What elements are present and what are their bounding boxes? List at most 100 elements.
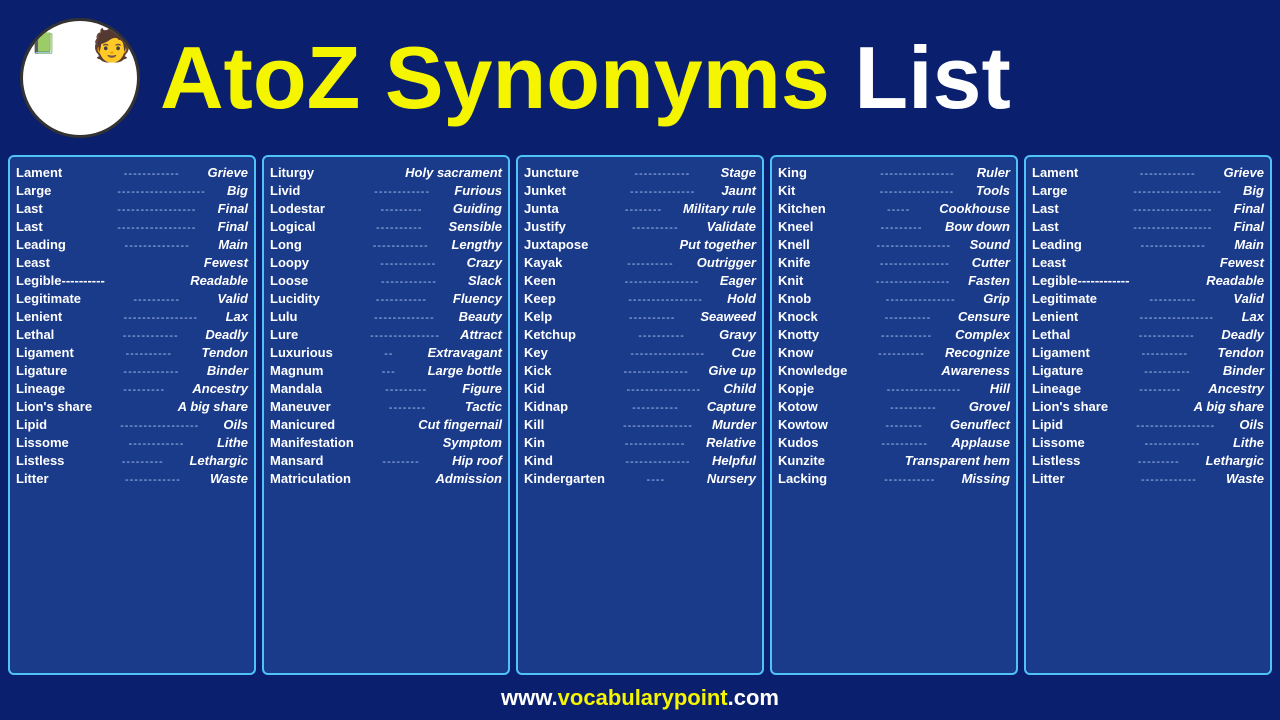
word-dots: ----------------- (96, 420, 223, 432)
word-left: Lethal (16, 327, 96, 342)
word-row: Lenient----------------Lax (1032, 309, 1264, 324)
word-synonym: Child (724, 381, 757, 396)
word-dots: ----------- (858, 474, 962, 486)
word-row: Lure---------------Attract (270, 327, 502, 342)
footer-www: www. (501, 685, 558, 710)
word-dots: -------- (604, 204, 683, 216)
word-synonym: Final (218, 219, 248, 234)
word-synonym: Murder (712, 417, 756, 432)
word-dots: ------------ (350, 258, 467, 270)
word-synonym: Awareness (941, 363, 1010, 378)
word-row: Kotow----------Grovel (778, 399, 1010, 414)
word-dots: ------------ (1112, 438, 1233, 450)
word-dots: --------- (1112, 456, 1205, 468)
word-row: Lacking-----------Missing (778, 471, 1010, 486)
word-row: Last-----------------Final (1032, 219, 1264, 234)
word-left: Ketchup (524, 327, 604, 342)
word-dots: ------------ (96, 168, 208, 180)
word-synonym: Tools (976, 183, 1010, 198)
word-left: Lodestar (270, 201, 350, 216)
word-left: Lucidity (270, 291, 350, 306)
word-synonym: Grip (983, 291, 1010, 306)
word-dots: -- (350, 348, 428, 360)
word-dots: --------- (350, 384, 462, 396)
word-dots: ---------------- (604, 276, 720, 288)
word-dots: ---------------- (1112, 312, 1242, 324)
word-left: Manifestation (270, 435, 354, 450)
word-left: Lissome (1032, 435, 1112, 450)
word-left: Juxtapose (524, 237, 604, 252)
word-synonym: Cut fingernail (418, 417, 502, 432)
word-row: Ligature----------Binder (1032, 363, 1264, 378)
word-synonym: Final (1234, 201, 1264, 216)
word-dots: ----------------- (96, 222, 218, 234)
word-row: Kowtow--------Genuflect (778, 417, 1010, 432)
word-synonym: Ruler (977, 165, 1010, 180)
word-row: MatriculationAdmission (270, 471, 502, 486)
word-left: Lion's share (16, 399, 96, 414)
word-row: Kopje----------------Hill (778, 381, 1010, 396)
word-left: Kudos (778, 435, 858, 450)
word-synonym: Seaweed (700, 309, 756, 324)
word-synonym: Guiding (453, 201, 502, 216)
word-row: Kin-------------Relative (524, 435, 756, 450)
word-synonym: Final (1234, 219, 1264, 234)
word-row: Lament------------Grieve (16, 165, 248, 180)
word-synonym: Ancestry (192, 381, 248, 396)
word-row: Kelp----------Seaweed (524, 309, 756, 324)
word-left: Loose (270, 273, 350, 288)
word-synonym: Furious (454, 183, 502, 198)
word-row: Lipid-----------------Oils (1032, 417, 1264, 432)
word-synonym: Lithe (217, 435, 248, 450)
word-row: Kit----------------Tools (778, 183, 1010, 198)
word-dots: ---------------- (604, 384, 724, 396)
word-synonym: Hold (727, 291, 756, 306)
word-row: JuxtaposePut together (524, 237, 756, 252)
word-row: Lethal------------Deadly (1032, 327, 1264, 342)
word-left: Leading (1032, 237, 1112, 252)
word-left: Least (1032, 255, 1112, 270)
word-synonym: Bow down (945, 219, 1010, 234)
word-row: Legible----------Readable (16, 273, 248, 288)
word-left: Logical (270, 219, 350, 234)
word-row: Juncture------------Stage (524, 165, 756, 180)
word-dots: ------------ (96, 366, 207, 378)
word-row: Justify----------Validate (524, 219, 756, 234)
word-row: Lenient----------------Lax (16, 309, 248, 324)
word-dots: ---------- (1112, 348, 1218, 360)
word-row: Kick--------------Give up (524, 363, 756, 378)
word-row: Lipid-----------------Oils (16, 417, 248, 432)
word-dots: ---------- (604, 222, 707, 234)
word-left: Keep (524, 291, 604, 306)
word-synonym: Genuflect (950, 417, 1010, 432)
word-row: King----------------Ruler (778, 165, 1010, 180)
word-dots: -------------- (1112, 240, 1234, 252)
word-left: Knit (778, 273, 858, 288)
word-row: Ligament----------Tendon (16, 345, 248, 360)
word-synonym: Censure (958, 309, 1010, 324)
word-left: Lipid (1032, 417, 1112, 432)
word-row: Legitimate----------Valid (1032, 291, 1264, 306)
word-row: Lion's shareA big share (1032, 399, 1264, 414)
word-row: LeastFewest (16, 255, 248, 270)
word-synonym: Attract (460, 327, 502, 342)
word-synonym: Outrigger (697, 255, 756, 270)
word-left: Knife (778, 255, 858, 270)
word-dots: --------- (96, 456, 189, 468)
word-row: Knell----------------Sound (778, 237, 1010, 252)
word-synonym: Binder (207, 363, 248, 378)
word-dots: ------------ (96, 330, 205, 342)
word-synonym: Hip roof (452, 453, 502, 468)
word-left: Lion's share (1032, 399, 1112, 414)
word-dots: -------- (350, 402, 465, 414)
word-left: Legible------------ (1032, 273, 1129, 288)
word-left: Kind (524, 453, 604, 468)
word-row: Ligament----------Tendon (1032, 345, 1264, 360)
word-dots: -------------- (96, 240, 218, 252)
word-row: Logical----------Sensible (270, 219, 502, 234)
word-synonym: Readable (190, 273, 248, 288)
word-left: Kidnap (524, 399, 604, 414)
word-dots: --------- (96, 384, 192, 396)
word-synonym: Ancestry (1208, 381, 1264, 396)
word-row: Litter------------Waste (1032, 471, 1264, 486)
